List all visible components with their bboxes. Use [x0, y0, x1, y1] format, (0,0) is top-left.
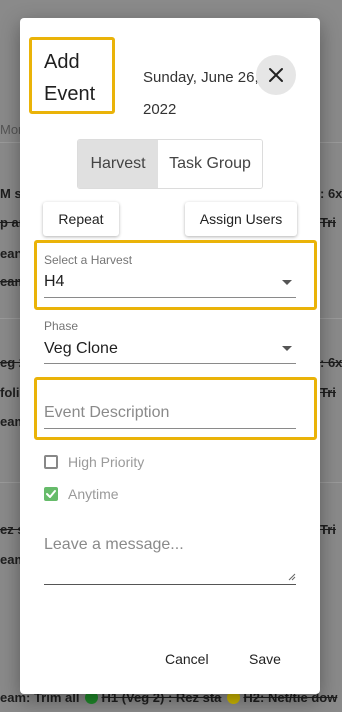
- dialog-title-line2: Event: [44, 83, 96, 105]
- chevron-down-icon: [282, 280, 292, 285]
- bg-row: Tri: [320, 215, 336, 230]
- harvest-select-underline: [44, 297, 296, 298]
- bg-row: : 6x: [320, 355, 342, 370]
- high-priority-checkbox[interactable]: [44, 455, 58, 469]
- dialog-title: Add Event: [44, 46, 95, 110]
- anytime-checkbox[interactable]: [44, 487, 58, 501]
- chevron-down-icon: [282, 346, 292, 351]
- phase-select-value: Veg Clone: [44, 340, 118, 357]
- message-placeholder: Leave a message...: [44, 536, 184, 553]
- dialog-title-line1: Add: [44, 51, 80, 73]
- toggle-harvest[interactable]: Harvest: [78, 140, 158, 188]
- assign-users-button[interactable]: Assign Users: [185, 202, 297, 236]
- harvest-highlight: [34, 240, 317, 310]
- cancel-button[interactable]: Cancel: [165, 651, 209, 667]
- add-event-dialog: Add Event Sunday, June 26, 2022 Harvest …: [20, 18, 320, 694]
- bg-row: : 6x: [320, 186, 342, 201]
- bg-row: Tri: [320, 522, 336, 537]
- toggle-task-group[interactable]: Task Group: [158, 140, 262, 188]
- repeat-button[interactable]: Repeat: [43, 202, 119, 236]
- close-button[interactable]: [256, 55, 296, 95]
- save-button[interactable]: Save: [249, 651, 281, 667]
- phase-select-underline: [44, 363, 296, 364]
- bg-row: Tri: [320, 385, 336, 400]
- resize-handle-icon[interactable]: [286, 571, 296, 581]
- high-priority-label: High Priority: [68, 454, 145, 470]
- event-description-placeholder: Event Description: [44, 404, 170, 421]
- anytime-label: Anytime: [68, 486, 119, 502]
- checkmark-icon: [46, 490, 56, 498]
- event-type-toggle: Harvest Task Group: [77, 139, 263, 189]
- event-description-underline: [44, 428, 296, 429]
- bg-row: M s: [0, 186, 22, 201]
- phase-select-label: Phase: [44, 319, 79, 333]
- harvest-select-value: H4: [44, 273, 65, 290]
- event-date: Sunday, June 26, 2022: [143, 69, 259, 118]
- message-underline: [44, 584, 296, 585]
- close-icon: [269, 68, 283, 82]
- harvest-select-label: Select a Harvest: [44, 253, 133, 267]
